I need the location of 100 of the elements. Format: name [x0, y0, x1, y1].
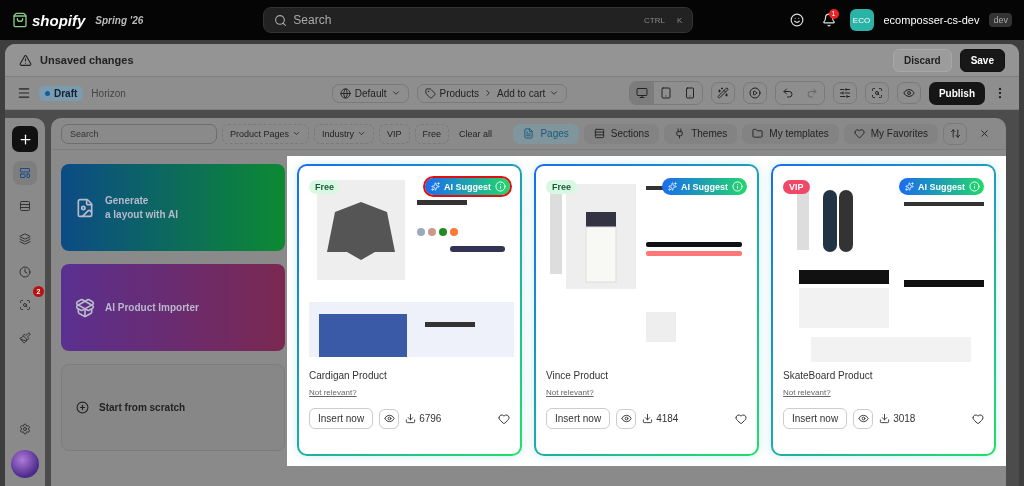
search-field[interactable]: Search CTRL K — [263, 7, 694, 33]
pages-button[interactable] — [13, 161, 37, 185]
eye-icon — [383, 413, 395, 424]
environment-badge: dev — [989, 13, 1012, 27]
heart-icon — [972, 412, 984, 425]
brush-icon — [19, 332, 31, 344]
scan-icon — [870, 87, 883, 99]
filter-chip[interactable]: Product Pages — [222, 123, 310, 144]
library-tab[interactable]: My templates — [742, 123, 839, 144]
sparkle-icon — [431, 182, 440, 191]
template-name: Cardigan Product — [309, 370, 388, 381]
filter-chip[interactable]: VIP — [379, 123, 410, 144]
warning-icon — [19, 53, 32, 67]
favorite-button[interactable] — [972, 412, 984, 425]
template-name: Vince Product — [546, 370, 610, 381]
scan-button[interactable] — [864, 82, 889, 104]
library-tab[interactable]: My Favorites — [843, 123, 938, 144]
preview-play-button[interactable] — [742, 82, 767, 104]
chevron-down-icon — [357, 129, 367, 138]
shopping-bag-icon — [12, 12, 28, 28]
chevron-down-icon — [390, 88, 401, 98]
ai-suggest-badge[interactable]: AI Suggest — [423, 176, 512, 197]
insert-now-button[interactable]: Insert now — [546, 408, 611, 429]
brand-name: shopify — [32, 11, 86, 29]
library-tab[interactable]: Sections — [583, 123, 660, 144]
shortcut-key: K — [676, 15, 683, 25]
pages-icon — [523, 128, 535, 139]
favorite-button[interactable] — [735, 412, 747, 425]
preview-button[interactable] — [853, 408, 874, 429]
menu-icon[interactable] — [17, 86, 31, 100]
favorite-button[interactable] — [498, 412, 510, 425]
add-button[interactable] — [12, 126, 38, 152]
file-image-icon — [75, 197, 95, 218]
tablet-icon — [659, 87, 672, 99]
scan-icon — [19, 299, 31, 311]
sections-icon — [19, 200, 31, 212]
page-breadcrumb[interactable]: Products Add to cart — [416, 83, 568, 103]
insert-now-button[interactable]: Insert now — [783, 408, 848, 429]
filter-chip[interactable]: Free — [414, 123, 450, 144]
sections-icon — [593, 128, 605, 139]
download-icon — [405, 413, 417, 424]
redo-icon — [805, 87, 818, 99]
desktop-view-button[interactable] — [629, 82, 654, 104]
download-icon — [642, 413, 654, 424]
sort-button[interactable] — [943, 122, 967, 145]
store-name[interactable]: ecomposser-cs-dev — [883, 14, 980, 26]
clear-all-link[interactable]: Clear all — [454, 128, 498, 139]
start-from-scratch-card[interactable]: Start from scratch — [61, 364, 285, 451]
globe-icon — [339, 87, 351, 99]
card-title: Generate a layout with AI — [105, 193, 178, 222]
card-title: AI Product Importer — [105, 300, 199, 315]
publish-button[interactable]: Publish — [928, 81, 985, 105]
sliders-icon — [838, 87, 851, 99]
download-count: 6796 — [405, 413, 442, 424]
chevron-down-icon — [549, 88, 560, 98]
not-relevant-link[interactable]: Not relevant? — [783, 388, 831, 397]
preview-button[interactable] — [379, 408, 400, 429]
template-name: SkateBoard Product — [783, 370, 874, 381]
heart-icon — [853, 128, 865, 139]
undo-icon — [781, 87, 794, 99]
store-avatar[interactable]: ECO — [849, 9, 874, 31]
search-field[interactable]: Search — [61, 123, 217, 144]
product-importer-card[interactable]: AI Product Importer — [61, 264, 285, 351]
locale-dropdown[interactable]: Default — [331, 83, 409, 103]
magic-wand-button[interactable] — [710, 82, 735, 104]
not-relevant-link[interactable]: Not relevant? — [546, 388, 594, 397]
layers-icon — [19, 233, 31, 245]
bell-icon — [821, 13, 836, 27]
theme-name: Horizon — [91, 87, 126, 99]
themes-icon — [674, 128, 686, 139]
status-badge: Draft — [39, 85, 84, 101]
library-tab[interactable]: Pages — [513, 123, 579, 144]
heart-icon — [498, 412, 510, 425]
folder-icon — [752, 128, 764, 139]
plus-icon — [17, 131, 33, 147]
shortcut-key: CTRL — [644, 15, 665, 25]
download-icon — [879, 413, 891, 424]
search-icon — [274, 13, 288, 27]
download-count: 3018 — [879, 413, 916, 424]
play-icon — [748, 87, 761, 99]
filter-chip[interactable]: Industry — [314, 123, 375, 144]
pages-icon — [19, 167, 31, 179]
eye-button[interactable] — [896, 82, 921, 104]
sliders-button[interactable] — [832, 82, 857, 104]
discard-button[interactable]: Discard — [892, 48, 952, 72]
plan-badge: Free — [546, 180, 577, 194]
info-icon — [495, 181, 506, 192]
generate-layout-card[interactable]: Generate a layout with AI — [61, 164, 285, 251]
not-relevant-link[interactable]: Not relevant? — [309, 388, 357, 397]
library-tab[interactable]: Themes — [664, 123, 738, 144]
info-icon — [732, 181, 743, 192]
sparkle-icon — [905, 182, 914, 191]
card-title: Start from scratch — [99, 400, 186, 415]
sort-icon — [949, 128, 961, 139]
assistant-orb[interactable] — [11, 450, 39, 478]
insert-now-button[interactable]: Insert now — [309, 408, 374, 429]
save-button[interactable]: Save — [959, 48, 1005, 72]
box-icon — [75, 297, 95, 318]
preview-button[interactable] — [616, 408, 637, 429]
plan-badge: Free — [309, 180, 340, 194]
